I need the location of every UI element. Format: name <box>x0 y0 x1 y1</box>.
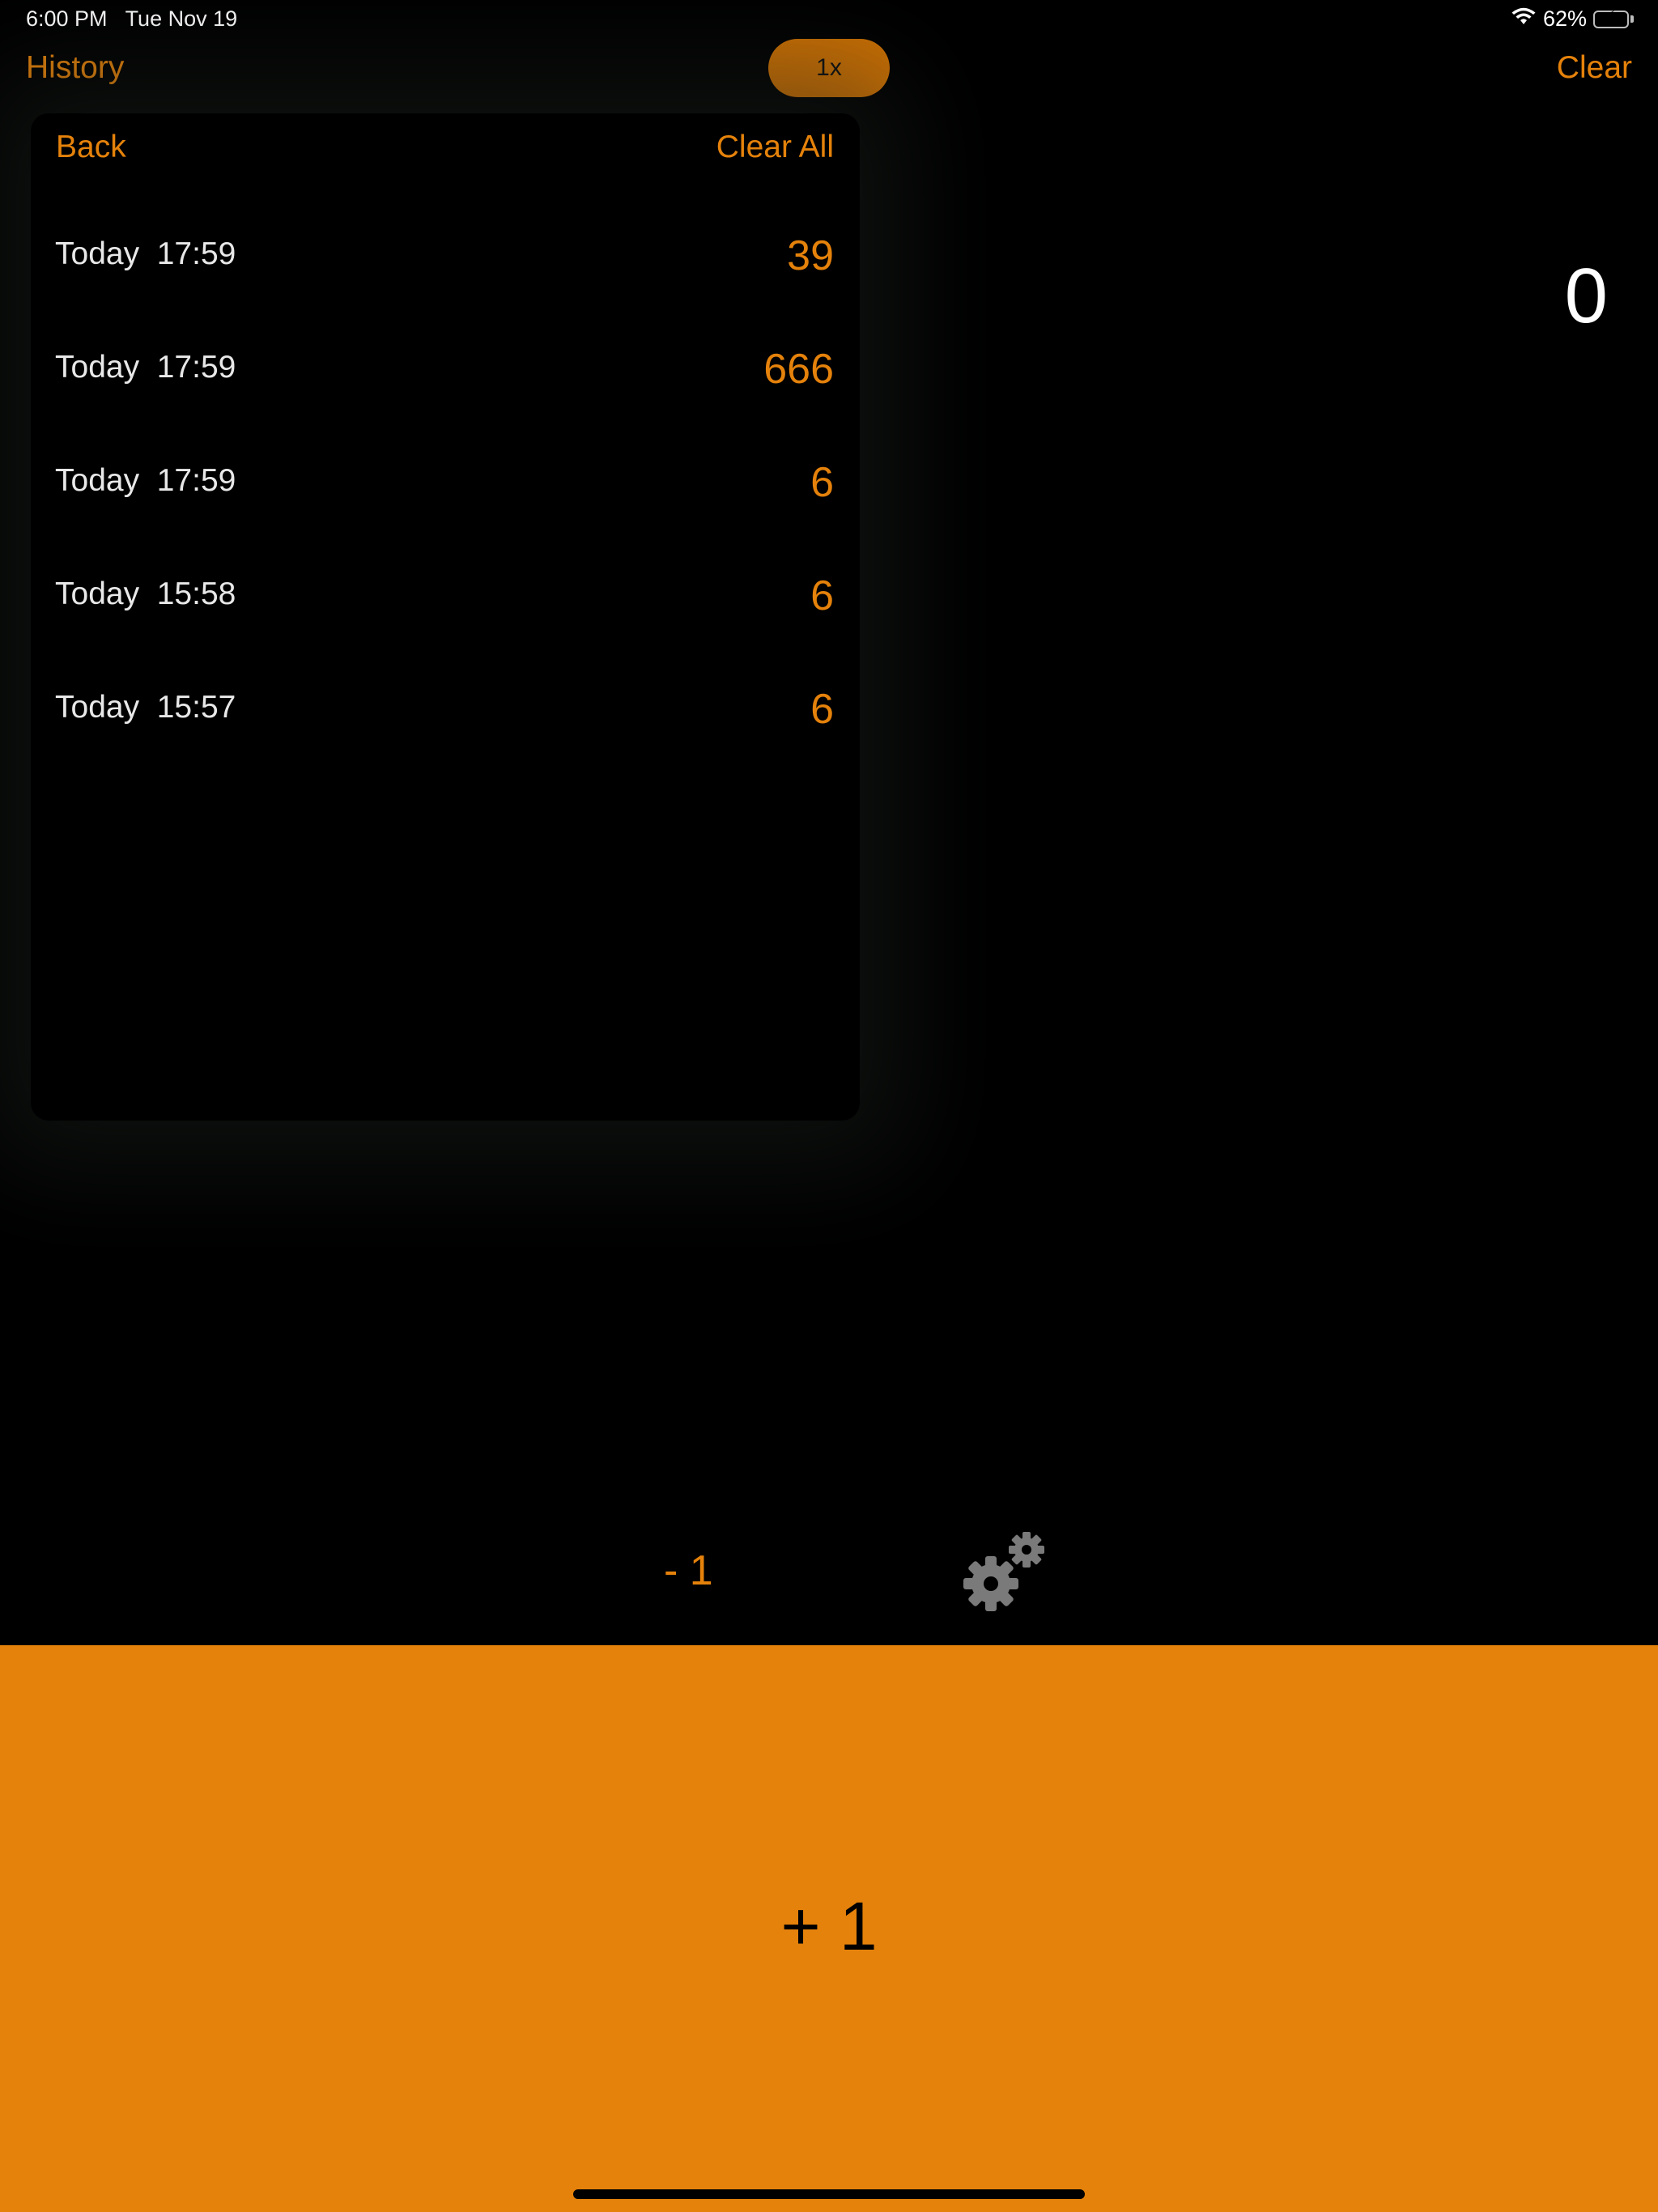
history-entry[interactable]: Today 17:59 39 <box>31 204 860 317</box>
history-button[interactable]: History <box>26 50 124 86</box>
history-entry-value: 39 <box>787 232 834 279</box>
wifi-icon <box>1511 6 1537 32</box>
history-entry-time: Today 15:57 <box>55 690 236 725</box>
history-panel: Back Clear All Today 17:59 39 Today 17:5… <box>31 113 860 1121</box>
battery-percent: 62% <box>1542 6 1587 31</box>
clear-all-button[interactable]: Clear All <box>716 130 834 165</box>
gears-icon[interactable] <box>963 1529 1049 1614</box>
status-bar-right: 62% ⚡ <box>1511 6 1634 32</box>
speed-multiplier-button[interactable]: 1x <box>768 39 890 97</box>
history-entry-time: Today 17:59 <box>55 350 236 385</box>
back-button[interactable]: Back <box>56 130 126 165</box>
increment-label: + 1 <box>780 1887 878 1964</box>
history-entry[interactable]: Today 15:58 6 <box>31 544 860 657</box>
status-time: 6:00 PM <box>26 6 108 31</box>
battery-charging-icon: ⚡ <box>1593 9 1634 28</box>
history-entry-time: Today 17:59 <box>55 236 236 271</box>
history-entry-value: 6 <box>810 459 834 506</box>
history-entry-time: Today 17:59 <box>55 463 236 498</box>
clear-button[interactable]: Clear <box>1557 50 1632 86</box>
counter-app-screen: 6:00 PM Tue Nov 19 62% ⚡ History 1x Clea… <box>0 0 1658 2212</box>
history-entry[interactable]: Today 17:59 666 <box>31 317 860 431</box>
counter-value: 0 <box>1564 253 1608 339</box>
decrement-button[interactable]: - 1 <box>664 1546 713 1595</box>
increment-button[interactable]: + 1 <box>0 1645 1658 2212</box>
history-entry-value: 6 <box>810 572 834 619</box>
history-entry-time: Today 15:58 <box>55 576 236 611</box>
history-entry-value: 6 <box>810 686 834 733</box>
history-entry[interactable]: Today 15:57 6 <box>31 657 860 771</box>
status-bar-left: 6:00 PM Tue Nov 19 <box>26 6 237 32</box>
history-entry-value: 666 <box>763 346 834 393</box>
history-entry[interactable]: Today 17:59 6 <box>31 431 860 544</box>
history-list: Today 17:59 39 Today 17:59 666 Today 17:… <box>31 204 860 771</box>
home-indicator[interactable] <box>573 2189 1085 2199</box>
status-date: Tue Nov 19 <box>125 6 238 31</box>
